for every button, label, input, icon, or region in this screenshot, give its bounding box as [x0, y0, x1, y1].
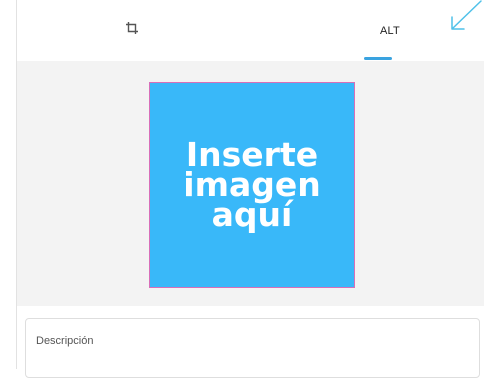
tab-alt[interactable]: ALT: [347, 0, 433, 61]
tab-alt-label: ALT: [380, 24, 400, 37]
image-editor-panel: ALT Inserte imagen aquí Descripción: [16, 0, 484, 378]
active-tab-indicator: [364, 57, 392, 60]
image-preview-area: Inserte imagen aquí: [17, 61, 484, 306]
description-field[interactable]: Descripción: [25, 318, 480, 378]
description-label: Descripción: [36, 335, 94, 347]
tab-crop[interactable]: [99, 0, 165, 61]
tab-bar: ALT: [17, 0, 484, 61]
image-placeholder-text: Inserte imagen aquí: [183, 135, 321, 234]
image-placeholder: Inserte imagen aquí: [149, 82, 355, 288]
annotation-arrow-icon: [451, 0, 482, 30]
crop-icon: [125, 21, 139, 40]
